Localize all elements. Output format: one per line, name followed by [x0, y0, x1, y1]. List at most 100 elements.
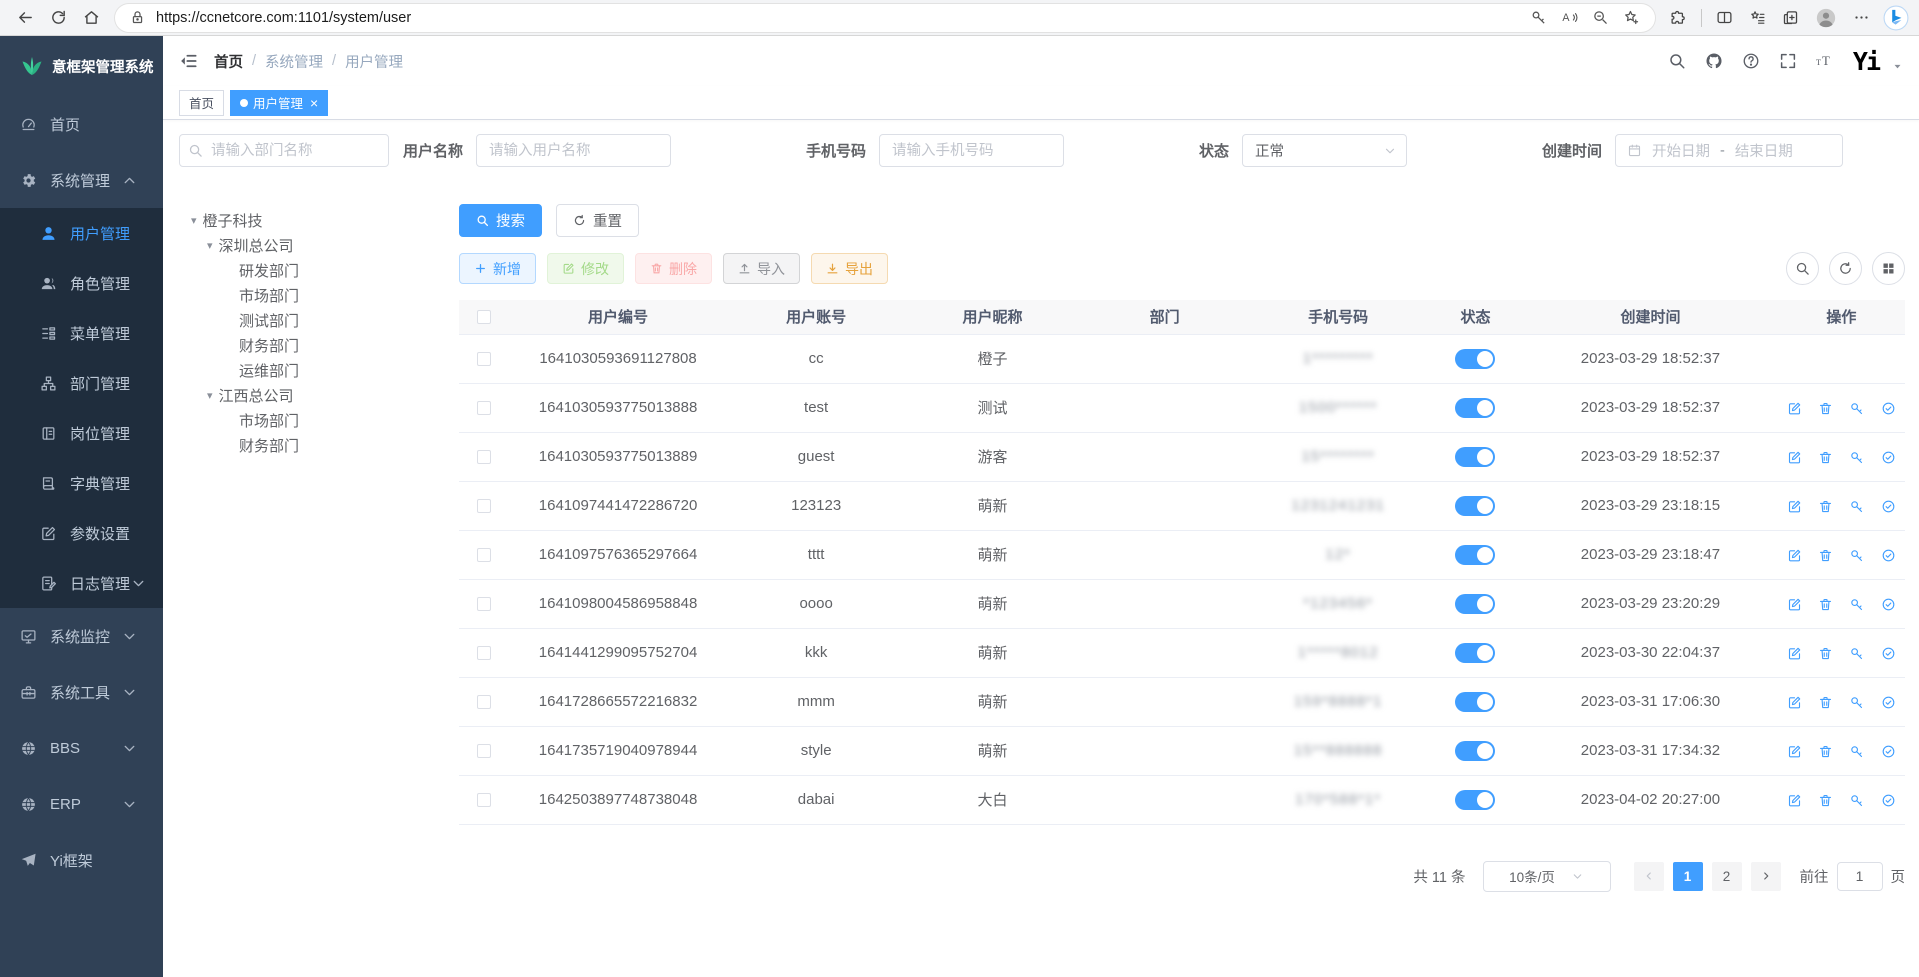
- reset-password-action-icon[interactable]: [1849, 744, 1864, 759]
- collections-icon[interactable]: [1749, 9, 1766, 26]
- profile-avatar-icon[interactable]: [1815, 7, 1837, 29]
- export-button[interactable]: 导出: [811, 253, 888, 284]
- sidebar-item-参数设置[interactable]: 参数设置: [0, 508, 163, 558]
- assign-role-action-icon[interactable]: [1881, 793, 1896, 808]
- user-avatar-logo[interactable]: Yi: [1853, 49, 1879, 74]
- page-button-2[interactable]: 2: [1712, 862, 1742, 891]
- delete-action-icon[interactable]: [1818, 401, 1833, 416]
- sidebar-item-角色管理[interactable]: 角色管理: [0, 258, 163, 308]
- row-checkbox[interactable]: [477, 499, 491, 513]
- edit-action-icon[interactable]: [1787, 450, 1802, 465]
- edit-action-icon[interactable]: [1787, 744, 1802, 759]
- more-options-icon[interactable]: [1853, 9, 1870, 26]
- header-search-icon[interactable]: [1668, 52, 1686, 70]
- show-search-toggle-button[interactable]: [1786, 252, 1819, 285]
- tree-node-测试部门[interactable]: 测试部门: [179, 308, 389, 333]
- status-toggle[interactable]: [1455, 398, 1495, 418]
- search-button[interactable]: 搜索: [459, 204, 542, 237]
- fullscreen-icon[interactable]: [1779, 52, 1797, 70]
- status-toggle[interactable]: [1455, 349, 1495, 369]
- delete-action-icon[interactable]: [1818, 744, 1833, 759]
- tree-node-深圳总公司[interactable]: ▾ 深圳总公司: [179, 233, 389, 258]
- status-toggle[interactable]: [1455, 447, 1495, 467]
- column-settings-button[interactable]: [1872, 252, 1905, 285]
- favorite-star-icon[interactable]: [1623, 9, 1640, 26]
- row-checkbox[interactable]: [477, 401, 491, 415]
- date-range-picker[interactable]: 开始日期 - 结束日期: [1615, 134, 1843, 167]
- edit-action-icon[interactable]: [1787, 548, 1802, 563]
- close-icon[interactable]: ×: [310, 96, 318, 110]
- tree-node-江西总公司[interactable]: ▾ 江西总公司: [179, 383, 389, 408]
- sidebar-item-Yi框架[interactable]: Yi框架: [0, 832, 163, 888]
- page-button-1[interactable]: 1: [1673, 862, 1703, 891]
- goto-page-input[interactable]: [1837, 862, 1883, 891]
- status-toggle[interactable]: [1455, 496, 1495, 516]
- reset-password-action-icon[interactable]: [1849, 548, 1864, 563]
- select-all-checkbox[interactable]: [477, 310, 491, 324]
- prev-page-button[interactable]: [1634, 862, 1664, 891]
- reset-password-action-icon[interactable]: [1849, 499, 1864, 514]
- row-checkbox[interactable]: [477, 695, 491, 709]
- row-checkbox[interactable]: [477, 450, 491, 464]
- tree-node-市场部门[interactable]: 市场部门: [179, 408, 389, 433]
- delete-action-icon[interactable]: [1818, 450, 1833, 465]
- reset-button[interactable]: 重置: [556, 204, 639, 237]
- tab-actions-icon[interactable]: [1782, 9, 1799, 26]
- dept-search-input[interactable]: [179, 134, 389, 167]
- edit-action-icon[interactable]: [1787, 597, 1802, 612]
- row-checkbox[interactable]: [477, 744, 491, 758]
- lock-icon[interactable]: [130, 10, 145, 25]
- breadcrumb-item[interactable]: 首页: [214, 51, 243, 72]
- reset-password-action-icon[interactable]: [1849, 646, 1864, 661]
- delete-action-icon[interactable]: [1818, 695, 1833, 710]
- tab-首页[interactable]: 首页: [179, 90, 224, 116]
- home-icon[interactable]: [83, 9, 100, 26]
- page-refresh-icon[interactable]: [50, 9, 67, 26]
- password-key-icon[interactable]: [1530, 9, 1547, 26]
- status-select[interactable]: 正常: [1242, 134, 1407, 167]
- tree-node-橙子科技[interactable]: ▾ 橙子科技: [179, 208, 389, 233]
- url-text[interactable]: https://ccnetcore.com:1101/system/user: [156, 10, 1519, 26]
- refresh-table-button[interactable]: [1829, 252, 1862, 285]
- delete-action-icon[interactable]: [1818, 548, 1833, 563]
- sidebar-item-日志管理[interactable]: 日志管理: [0, 558, 163, 608]
- read-aloud-icon[interactable]: A: [1561, 9, 1578, 26]
- font-size-icon[interactable]: TT: [1816, 52, 1834, 70]
- reset-password-action-icon[interactable]: [1849, 597, 1864, 612]
- delete-action-icon[interactable]: [1818, 646, 1833, 661]
- status-toggle[interactable]: [1455, 643, 1495, 663]
- tree-node-市场部门[interactable]: 市场部门: [179, 283, 389, 308]
- assign-role-action-icon[interactable]: [1881, 401, 1896, 416]
- back-icon[interactable]: [17, 9, 34, 26]
- assign-role-action-icon[interactable]: [1881, 450, 1896, 465]
- edit-button[interactable]: 修改: [547, 253, 624, 284]
- edit-action-icon[interactable]: [1787, 499, 1802, 514]
- sidebar-item-菜单管理[interactable]: 菜单管理: [0, 308, 163, 358]
- delete-button[interactable]: 删除: [635, 253, 712, 284]
- sidebar-item-系统监控[interactable]: 系统监控: [0, 608, 163, 664]
- row-checkbox[interactable]: [477, 352, 491, 366]
- zoom-out-icon[interactable]: [1592, 9, 1609, 26]
- assign-role-action-icon[interactable]: [1881, 744, 1896, 759]
- extensions-icon[interactable]: [1670, 9, 1687, 26]
- help-question-icon[interactable]: [1742, 52, 1760, 70]
- delete-action-icon[interactable]: [1818, 793, 1833, 808]
- reset-password-action-icon[interactable]: [1849, 450, 1864, 465]
- edit-action-icon[interactable]: [1787, 401, 1802, 416]
- assign-role-action-icon[interactable]: [1881, 597, 1896, 612]
- tree-node-财务部门[interactable]: 财务部门: [179, 333, 389, 358]
- split-screen-icon[interactable]: [1716, 9, 1733, 26]
- assign-role-action-icon[interactable]: [1881, 548, 1896, 563]
- import-button[interactable]: 导入: [723, 253, 800, 284]
- sidebar-item-ERP[interactable]: ERP: [0, 776, 163, 832]
- sidebar-item-部门管理[interactable]: 部门管理: [0, 358, 163, 408]
- assign-role-action-icon[interactable]: [1881, 695, 1896, 710]
- sidebar-item-字典管理[interactable]: 字典管理: [0, 458, 163, 508]
- username-input[interactable]: [476, 134, 671, 167]
- row-checkbox[interactable]: [477, 597, 491, 611]
- status-toggle[interactable]: [1455, 594, 1495, 614]
- next-page-button[interactable]: [1751, 862, 1781, 891]
- tab-用户管理[interactable]: 用户管理 ×: [230, 90, 328, 116]
- sidebar-item-系统管理[interactable]: 系统管理: [0, 152, 163, 208]
- status-toggle[interactable]: [1455, 692, 1495, 712]
